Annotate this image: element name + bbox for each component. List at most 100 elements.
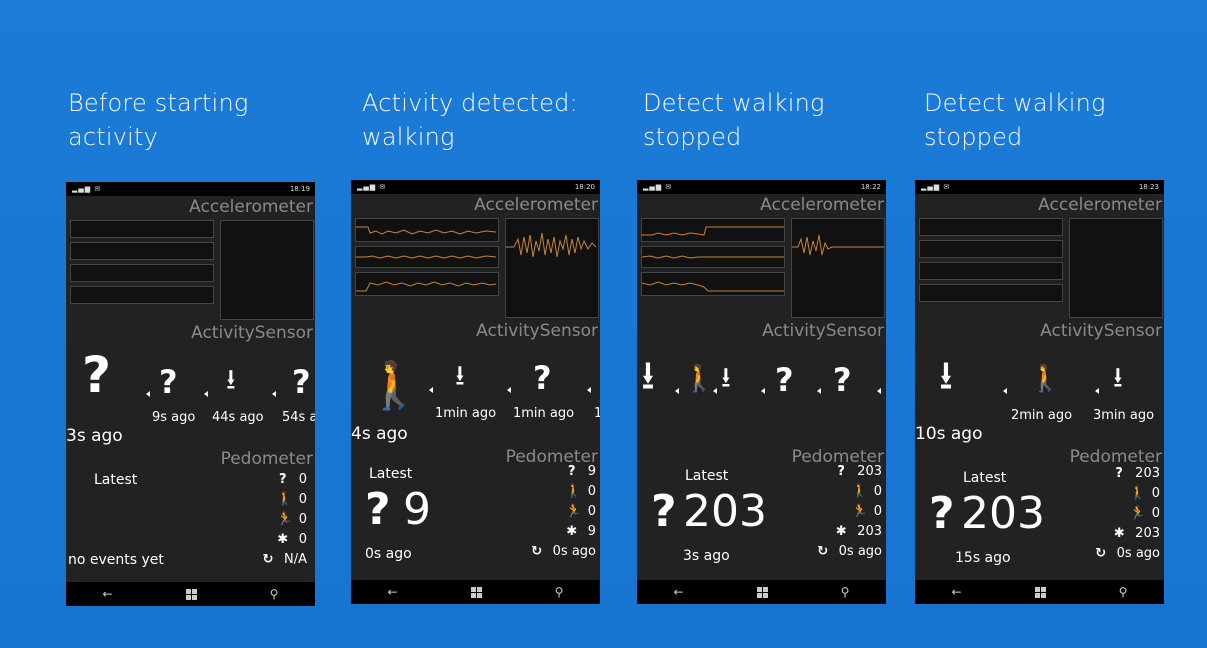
pedometer-latest-label: Latest xyxy=(963,470,1007,486)
accel-y-graph xyxy=(355,246,499,268)
pedometer-latest-label: Latest xyxy=(685,468,729,484)
pedometer-latest-question-icon: ? xyxy=(651,486,677,537)
history-marker xyxy=(507,387,511,393)
current-activity-stationary-icon: ⭳ xyxy=(939,353,953,399)
stat-unknown: 203 xyxy=(857,464,882,479)
windows-logo-icon[interactable] xyxy=(185,588,197,600)
history-question-icon: ? xyxy=(533,359,552,397)
pedometer-latest-value: 203 xyxy=(683,486,767,537)
stat-run: 0 xyxy=(1151,506,1160,521)
signal-icon: ▂▄▆ ✉ xyxy=(72,185,102,193)
caption-line-2: stopped xyxy=(643,123,742,151)
refresh-icon: ↻ xyxy=(531,544,543,559)
accel-y-signal xyxy=(642,255,784,259)
pedometer-stats: ? 9 🚶 0 🏃 0 ✱ 9 ↻ 0s ago xyxy=(531,462,596,562)
accel-x-signal xyxy=(642,226,784,236)
accelerometer-title: Accelerometer xyxy=(1038,195,1162,215)
history-question-icon: ? xyxy=(775,361,794,399)
windows-logo-icon[interactable] xyxy=(1034,586,1046,598)
search-icon[interactable]: ⚲ xyxy=(1119,585,1128,599)
accel-z-graph xyxy=(355,272,499,296)
pedometer-panel: Latest ? 203 15s ago ? 203 🚶 0 🏃 0 ✱ 203 ↻ 0s… xyxy=(915,466,1164,588)
search-icon[interactable]: ⚲ xyxy=(841,585,850,599)
pedometer-latest-value: 9 xyxy=(403,484,431,535)
stat-refresh: 0s ago xyxy=(1116,546,1160,561)
question-icon: ? xyxy=(278,472,287,487)
history-ago-3: 54s a xyxy=(282,410,315,425)
status-bar: ▂▄▆ ✉ 18:19 xyxy=(66,182,315,196)
caption-line-2: activity xyxy=(68,123,159,151)
activity-sensor-title: ActivitySensor xyxy=(1040,321,1162,341)
stat-total: 203 xyxy=(1135,526,1160,541)
accel-x-signal xyxy=(356,226,497,235)
stat-refresh: N/A xyxy=(284,552,307,567)
pedometer-stats: ? 0 🚶 0 🏃 0 ✱ 0 ↻ N/A xyxy=(262,470,307,570)
asterisk-icon: ✱ xyxy=(1113,526,1125,541)
back-arrow-icon[interactable]: ← xyxy=(674,585,684,599)
current-activity-walking-person-icon: 🚶 xyxy=(365,358,423,412)
accel-combined-signal xyxy=(792,234,884,256)
slide-background: Before starting activity Activity detect… xyxy=(0,0,1207,648)
search-icon[interactable]: ⚲ xyxy=(555,585,564,599)
history-ago-2: 44s ago xyxy=(212,410,264,425)
signal-icon: ▂▄▆ ✉ xyxy=(643,183,673,191)
pedometer-latest-ago: 15s ago xyxy=(955,550,1011,566)
running-person-icon: 🏃 xyxy=(1129,506,1146,521)
status-time: 18:19 xyxy=(289,185,310,193)
pedometer-latest-ago: no events yet xyxy=(68,552,164,568)
accel-x-graph xyxy=(641,218,785,242)
asterisk-icon: ✱ xyxy=(566,524,578,539)
caption-walking-stopped-1: Detect walking stopped xyxy=(643,86,903,154)
search-icon[interactable]: ⚲ xyxy=(270,587,279,601)
history-marker xyxy=(1095,388,1099,394)
pedometer-panel: Latest ? 203 3s ago ? 203 🚶 0 🏃 0 ✱ 203 ↻ 0s … xyxy=(637,464,886,588)
refresh-icon: ↻ xyxy=(1095,546,1107,561)
accel-magnitude-graph xyxy=(70,286,214,304)
caption-line-1: Before starting xyxy=(68,89,249,117)
accel-z-signal xyxy=(356,281,497,292)
history-marker xyxy=(761,388,765,394)
accel-z-signal xyxy=(642,281,784,292)
history-ago-1: 9s ago xyxy=(152,410,196,425)
stat-walk: 0 xyxy=(1151,486,1160,501)
accel-y-graph xyxy=(641,246,785,268)
phone-screenshot-1: ▂▄▆ ✉ 18:19 Accelerometer ActivitySensor… xyxy=(66,182,315,606)
stat-unknown: 0 xyxy=(298,472,307,487)
accelerometer-graphs xyxy=(917,216,1163,320)
current-activity-question-icon: ? xyxy=(82,346,112,404)
accelerometer-title: Accelerometer xyxy=(760,195,884,215)
pedometer-latest-ago: 0s ago xyxy=(365,546,412,562)
activity-history: ⭳ 10s ago 🚶 2min ago ⭳ 3min ago xyxy=(915,342,1164,454)
stat-total: 9 xyxy=(587,524,596,539)
accel-x-graph xyxy=(70,220,214,238)
windows-logo-icon[interactable] xyxy=(756,586,768,598)
history-ago-1: 1min ago xyxy=(435,406,497,421)
stat-total: 203 xyxy=(857,524,882,539)
stat-run: 0 xyxy=(587,504,596,519)
walking-person-icon: 🚶 xyxy=(565,484,582,499)
windows-logo-icon[interactable] xyxy=(470,586,482,598)
stat-run: 0 xyxy=(873,504,882,519)
stat-walk: 0 xyxy=(298,492,307,507)
back-arrow-icon[interactable]: ← xyxy=(103,587,113,601)
history-marker xyxy=(429,387,433,393)
accelerometer-graphs xyxy=(68,218,314,322)
back-arrow-icon[interactable]: ← xyxy=(388,585,398,599)
phone-screenshot-2: ▂▄▆ ✉ 18:20 Accelerometer ActivitySensor… xyxy=(351,180,600,604)
accelerometer-graphs xyxy=(639,216,885,320)
question-icon: ? xyxy=(567,464,576,479)
status-bar: ▂▄▆ ✉ 18:23 xyxy=(915,180,1164,194)
accel-z-graph xyxy=(70,264,214,282)
history-stationary-icon: ⭳ xyxy=(1113,361,1123,394)
current-activity-ago: 3s ago xyxy=(66,426,123,446)
accel-z-graph xyxy=(919,262,1063,280)
nav-bar: ← ⚲ xyxy=(351,580,600,604)
history-ago-3: 1 xyxy=(594,406,600,421)
history-marker xyxy=(1003,388,1007,394)
accel-y-signal xyxy=(356,255,497,259)
asterisk-icon: ✱ xyxy=(835,524,847,539)
signal-icon: ▂▄▆ ✉ xyxy=(357,183,387,191)
stat-walk: 0 xyxy=(873,484,882,499)
back-arrow-icon[interactable]: ← xyxy=(952,585,962,599)
refresh-icon: ↻ xyxy=(262,552,274,567)
